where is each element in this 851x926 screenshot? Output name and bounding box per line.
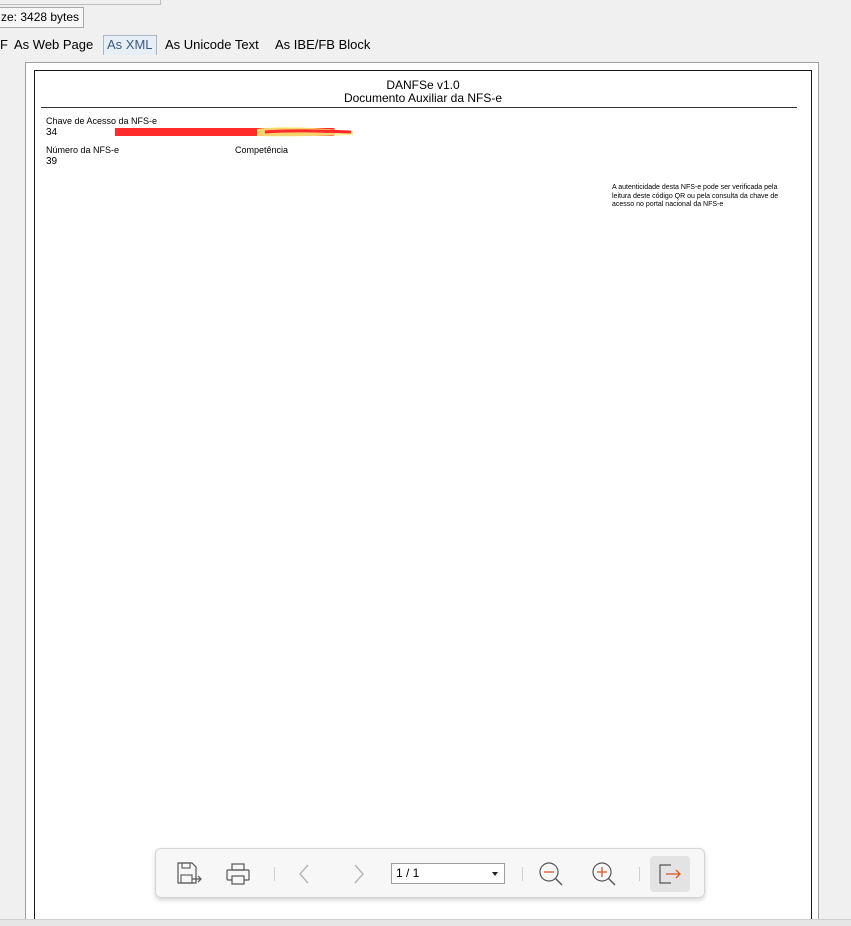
tab-as-unicode-text[interactable]: As Unicode Text <box>162 35 262 54</box>
pdf-toolbar: 1 / 1 <box>155 848 705 898</box>
tab-as-xml[interactable]: As XML <box>103 35 157 55</box>
file-size-label: ze: 3428 bytes <box>0 7 85 28</box>
previous-page-icon <box>299 864 309 884</box>
tab-as-web-page[interactable]: As Web Page <box>11 35 96 54</box>
save-icon <box>177 862 202 884</box>
access-key-value: 34 <box>46 127 58 138</box>
chevron-down-icon <box>492 872 498 876</box>
access-key-label: Chave de Acesso da NFS-e <box>46 116 158 126</box>
document-title-line2: Documento Auxiliar da NFS-e <box>343 91 503 105</box>
print-button[interactable] <box>218 856 258 892</box>
horizontal-scrollbar[interactable] <box>0 919 851 926</box>
zoom-in-button[interactable] <box>584 856 624 892</box>
top-frame <box>0 0 161 5</box>
exit-button[interactable] <box>650 856 690 892</box>
top-strip: ze: 3428 bytes <box>0 0 851 30</box>
zoom-out-icon <box>539 862 563 886</box>
tab-as-ibe-fb-block[interactable]: As IBE/FB Block <box>272 35 373 54</box>
view-tabs: F As Web Page As XML As Unicode Text As … <box>0 35 851 55</box>
page-selector[interactable]: 1 / 1 <box>391 863 505 884</box>
next-page-icon <box>354 864 364 884</box>
nfse-number-value: 39 <box>46 156 58 167</box>
document-page: DANFSe v1.0 Documento Auxiliar da NFS-e … <box>34 70 812 926</box>
next-page-button[interactable] <box>339 856 379 892</box>
toolbar-separator <box>639 867 640 881</box>
zoom-in-icon <box>592 862 616 886</box>
print-icon <box>226 863 250 885</box>
competence-label: Competência <box>235 145 289 155</box>
qr-verification-note: A autenticidade desta NFS-e pode ser ver… <box>612 184 779 208</box>
previous-page-button[interactable] <box>284 856 324 892</box>
app-window: ze: 3428 bytes F As Web Page As XML As U… <box>0 0 851 926</box>
zoom-out-button[interactable] <box>531 856 571 892</box>
save-button[interactable] <box>169 856 209 892</box>
toolbar-separator <box>274 867 275 881</box>
page-indicator: 1 / 1 <box>396 866 420 880</box>
title-divider <box>41 107 797 108</box>
tab-cut-off[interactable]: F <box>0 37 8 52</box>
toolbar-separator <box>522 867 523 881</box>
exit-icon <box>659 864 681 884</box>
nfse-number-label: Número da NFS-e <box>46 145 120 155</box>
redaction-stroke <box>264 129 352 134</box>
document-title: DANFSe v1.0 Documento Auxiliar da NFS-e <box>35 79 811 105</box>
pdf-viewer[interactable]: DANFSe v1.0 Documento Auxiliar da NFS-e … <box>25 62 819 926</box>
redaction-mark <box>115 127 353 137</box>
